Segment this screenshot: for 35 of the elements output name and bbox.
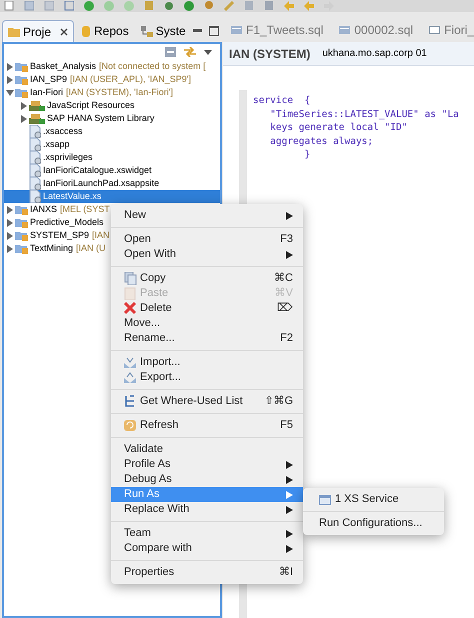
node-label: Basket_Analysis <box>30 62 96 71</box>
node-label: TextMining <box>30 244 74 253</box>
node-label: .xsapp <box>43 140 70 149</box>
shortcut-label: ⌘C <box>274 273 293 284</box>
shortcut-label: F2 <box>280 333 293 344</box>
shortcut-label: ⌦ <box>277 303 293 314</box>
node-label: LatestValue.xs <box>43 192 102 201</box>
node-decoration: [MEL (SYST <box>60 205 110 214</box>
shortcut-label: F3 <box>280 234 293 245</box>
node-label: IanFioriCatalogue.xswidget <box>43 166 152 175</box>
shortcut-label: ⇧⌘G <box>264 396 293 407</box>
node-label: Predictive_Models <box>30 218 104 227</box>
shortcut-label: F5 <box>280 420 293 431</box>
node-label: IAN_SP9 <box>30 75 68 84</box>
code-line: "TimeSeries::LATEST_VALUE" as "La <box>269 108 460 121</box>
node-label: Ian-Fiori <box>30 88 64 97</box>
node-label: JavaScript Resources <box>47 101 135 110</box>
node-label: IANXS <box>30 205 58 214</box>
node-decoration: [IAN (U <box>76 244 106 253</box>
host-label: ukhana.mo.sap.corp 01 <box>322 47 427 61</box>
node-decoration: [IAN (SYSTEM), 'Ian-Fiori'] <box>66 88 173 97</box>
node-decoration: [IAN <box>92 231 110 240</box>
node-label: SYSTEM_SP9 <box>30 231 90 240</box>
node-decoration: [Not connected to system [ <box>99 62 206 71</box>
node-label: IanFioriLaunchPad.xsappsite <box>43 179 160 188</box>
connection-label: IAN (SYSTEM) <box>229 46 310 62</box>
code-line: aggregates always; <box>269 134 374 148</box>
shortcut-label: ⌘I <box>278 567 293 578</box>
code-line: keys generate local "ID" <box>269 121 408 134</box>
code-line: } <box>303 148 312 162</box>
node-label: .xsaccess <box>43 127 83 136</box>
node-label: .xsprivileges <box>43 153 93 162</box>
node-decoration: [IAN (USER_APL), 'IAN_SP9'] <box>70 75 192 84</box>
code-line: service { <box>253 94 312 108</box>
node-label: SAP HANA System Library <box>47 114 154 123</box>
